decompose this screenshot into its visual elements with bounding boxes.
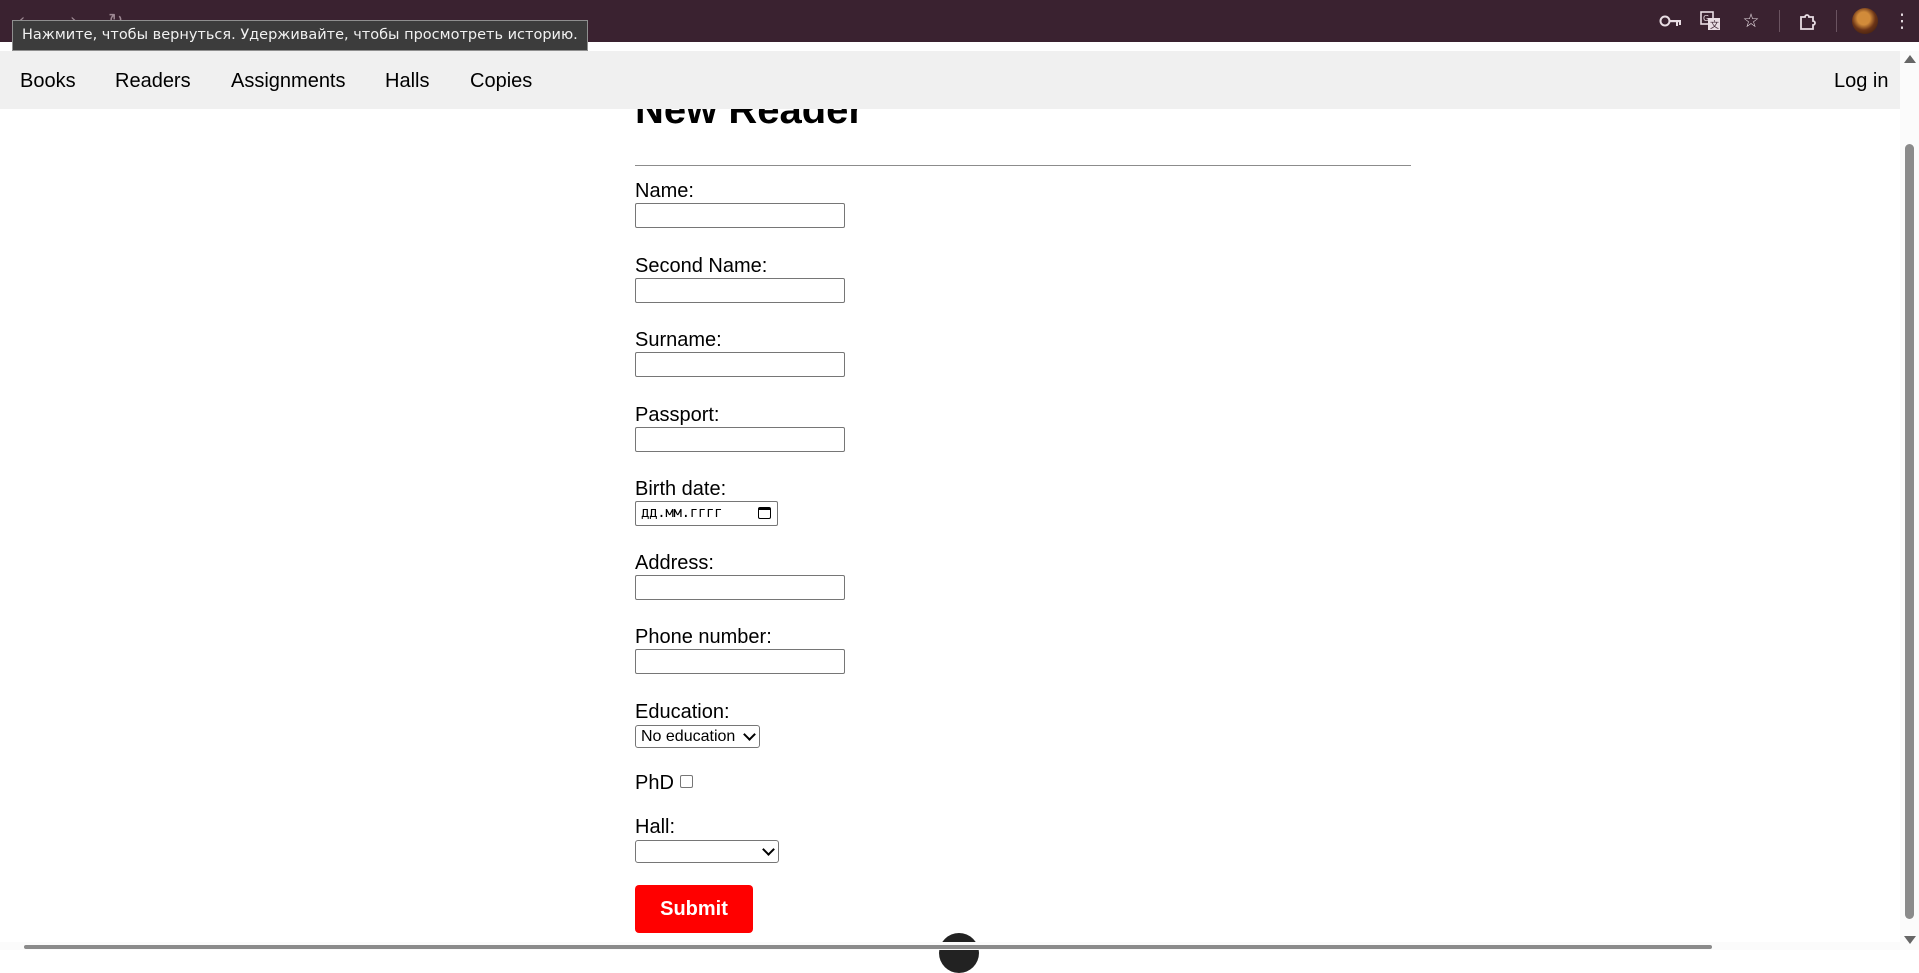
scroll-down-arrow-icon[interactable] <box>1904 936 1916 944</box>
title-divider <box>635 165 1411 166</box>
address-input[interactable] <box>635 575 845 600</box>
nav-books[interactable]: Books <box>20 70 76 93</box>
translate-icon[interactable]: 文G <box>1691 0 1731 42</box>
vertical-scrollbar[interactable] <box>1900 51 1919 950</box>
birth-date-placeholder: дд.мм.гггг <box>641 505 723 521</box>
hall-select[interactable] <box>635 840 779 863</box>
toolbar-divider <box>1779 10 1780 32</box>
education-select-value: No education <box>641 728 736 745</box>
surname-label: Surname: <box>635 329 722 351</box>
calendar-icon[interactable] <box>758 507 771 519</box>
passport-input[interactable] <box>635 427 845 452</box>
chevron-down-icon <box>762 843 775 856</box>
horizontal-scroll-thumb[interactable] <box>24 945 1712 949</box>
hall-label: Hall: <box>635 816 676 838</box>
login-link[interactable]: Log in <box>1834 70 1889 93</box>
back-button-tooltip: Нажмите, чтобы вернуться. Удерживайте, ч… <box>12 20 588 51</box>
scroll-up-arrow-icon[interactable] <box>1904 55 1916 63</box>
second-name-input[interactable] <box>635 278 845 303</box>
toolbar-divider <box>1836 10 1837 32</box>
phone-input[interactable] <box>635 649 845 674</box>
nav-assignments[interactable]: Assignments <box>231 70 346 93</box>
nav-readers[interactable]: Readers <box>115 70 191 93</box>
star-icon[interactable]: ☆ <box>1731 0 1771 42</box>
extensions-icon[interactable] <box>1788 0 1828 42</box>
birth-date-input[interactable]: дд.мм.гггг <box>635 501 778 526</box>
passport-label: Passport: <box>635 404 720 426</box>
address-label: Address: <box>635 552 714 574</box>
second-name-label: Second Name: <box>635 255 768 277</box>
profile-avatar[interactable] <box>1845 0 1885 42</box>
browser-actions: 文G ☆ ⋮ <box>1651 0 1919 42</box>
nav-halls[interactable]: Halls <box>385 70 429 93</box>
name-input[interactable] <box>635 203 845 228</box>
key-icon[interactable] <box>1651 0 1691 42</box>
scroll-thumb[interactable] <box>1905 144 1914 919</box>
nav-copies[interactable]: Copies <box>470 70 532 93</box>
chevron-down-icon <box>743 728 756 741</box>
phd-label: PhD <box>635 772 674 794</box>
floating-action-circle[interactable] <box>939 933 979 973</box>
surname-input[interactable] <box>635 352 845 377</box>
horizontal-scrollbar[interactable] <box>0 942 1900 950</box>
phone-label: Phone number: <box>635 626 772 648</box>
menu-dots-icon[interactable]: ⋮ <box>1885 0 1919 42</box>
education-label: Education: <box>635 701 730 723</box>
submit-button[interactable]: Submit <box>635 885 753 933</box>
birth-date-label: Birth date: <box>635 478 727 500</box>
education-select[interactable]: No education <box>635 725 760 748</box>
svg-text:G: G <box>1703 14 1709 23</box>
svg-text:文: 文 <box>1710 19 1719 31</box>
name-label: Name: <box>635 180 694 202</box>
phd-checkbox[interactable] <box>680 775 693 788</box>
top-navbar: Books Readers Assignments Halls Copies L… <box>0 51 1900 109</box>
